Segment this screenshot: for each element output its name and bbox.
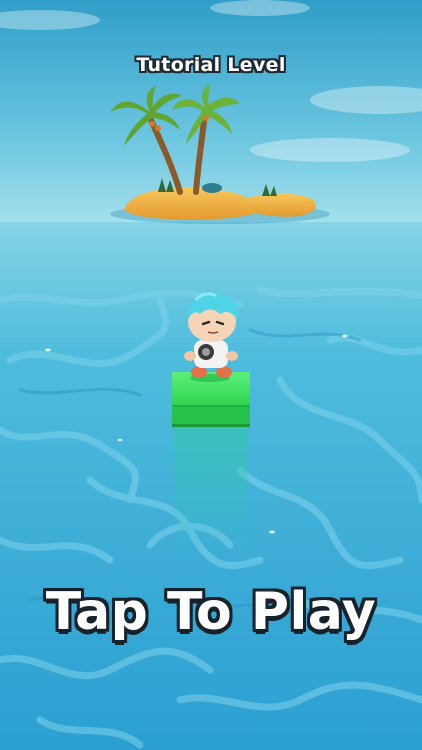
tap-to-play-prompt[interactable]: Tap To Play: [0, 582, 422, 642]
block-reflection: [174, 422, 248, 552]
level-title: Tutorial Level: [136, 54, 286, 76]
game-screen[interactable]: Tutorial Level Tap To Play: [0, 0, 422, 750]
